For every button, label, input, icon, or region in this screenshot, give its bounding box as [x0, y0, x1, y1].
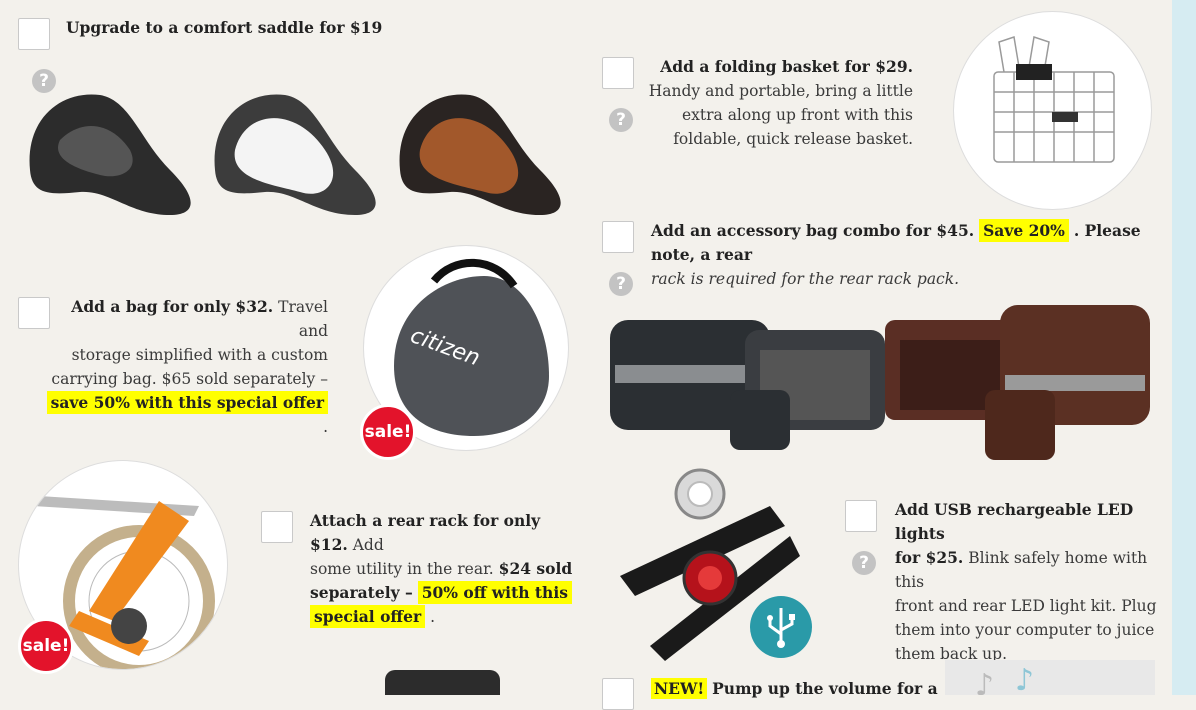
bag-title: Add a bag for only $32. — [71, 297, 274, 316]
saddle-checkbox[interactable] — [18, 18, 50, 50]
accessory-note-2: rack is required for the rear rack pack. — [651, 270, 960, 288]
basket-help-icon[interactable]: ? — [609, 108, 633, 132]
lights-checkbox[interactable] — [845, 500, 877, 532]
svg-text:♪: ♪ — [975, 668, 994, 695]
rack-title: Attach a rear rack for only $12. — [310, 511, 541, 554]
speaker-new-badge: NEW! — [651, 678, 708, 699]
lights-text: Add USB rechargeable LED lights for $25.… — [895, 498, 1165, 666]
right-scroll-rail — [1172, 0, 1196, 695]
rack-bold-1: $24 sold — [498, 559, 573, 578]
bag-sale-badge: sale! — [360, 404, 416, 460]
saddle-title: Upgrade to a comfort saddle for $19 — [66, 18, 383, 37]
usb-icon — [750, 596, 812, 658]
lights-desc-2: front and rear LED light kit. Plug — [895, 597, 1157, 615]
bag-desc-1: Travel and — [278, 298, 328, 340]
speaker-device-image — [385, 670, 500, 695]
bag-text: Add a bag for only $32. Travel and stora… — [40, 295, 328, 439]
svg-text:♪: ♪ — [1015, 663, 1034, 695]
speaker-title: Pump up the volume for a — [712, 679, 938, 698]
accessory-text: Add an accessory bag combo for $45. Save… — [651, 219, 1166, 291]
rack-end: . — [430, 608, 436, 626]
speaker-checkbox[interactable] — [602, 678, 634, 710]
bag-highlight: save 50% with this special offer — [46, 391, 328, 414]
lights-title-1: Add USB rechargeable LED lights — [895, 500, 1134, 543]
lights-help-icon[interactable]: ? — [852, 551, 876, 575]
rack-checkbox[interactable] — [261, 511, 293, 543]
accessory-bags-image — [610, 305, 1150, 460]
accessory-title: Add an accessory bag combo for $45. — [651, 221, 975, 240]
rack-sale-badge: sale! — [18, 618, 74, 674]
lights-desc-3: them into your computer to juice — [895, 621, 1155, 639]
basket-checkbox[interactable] — [602, 57, 634, 89]
basket-title: Add a folding basket for $29. — [660, 57, 913, 76]
bag-end: . — [323, 418, 328, 436]
saddle-images — [29, 94, 561, 215]
bag-desc-2: storage simplified with a custom — [71, 346, 328, 364]
rack-desc-2: some utility in the rear. — [310, 560, 494, 578]
saddle-black-image — [29, 94, 191, 215]
accessory-highlight: Save 20% — [979, 219, 1069, 242]
basket-text: Add a folding basket for $29. Handy and … — [640, 55, 913, 151]
rack-highlight-2: special offer — [310, 605, 426, 628]
basket-desc-1: Handy and portable, bring a little — [648, 82, 913, 100]
basket-image — [953, 11, 1152, 210]
accessory-checkbox[interactable] — [602, 221, 634, 253]
speaker-text: NEW! Pump up the volume for a — [651, 677, 938, 701]
rack-desc-1: Add — [352, 536, 384, 554]
saddle-brown-image — [399, 94, 561, 215]
basket-desc-2: extra along up front with this — [681, 106, 913, 124]
rack-highlight-1: 50% off with this — [417, 581, 572, 604]
music-notes-image: ♪ ♪ — [945, 660, 1155, 695]
lights-title-2: for $25. — [895, 548, 964, 567]
rack-bold-2: separately – — [310, 583, 413, 602]
saddle-white-image — [214, 94, 376, 215]
rack-text: Attach a rear rack for only $12. Add som… — [310, 509, 575, 629]
basket-desc-3: foldable, quick release basket. — [673, 130, 913, 148]
bag-desc-3: carrying bag. $65 sold separately – — [51, 370, 328, 388]
